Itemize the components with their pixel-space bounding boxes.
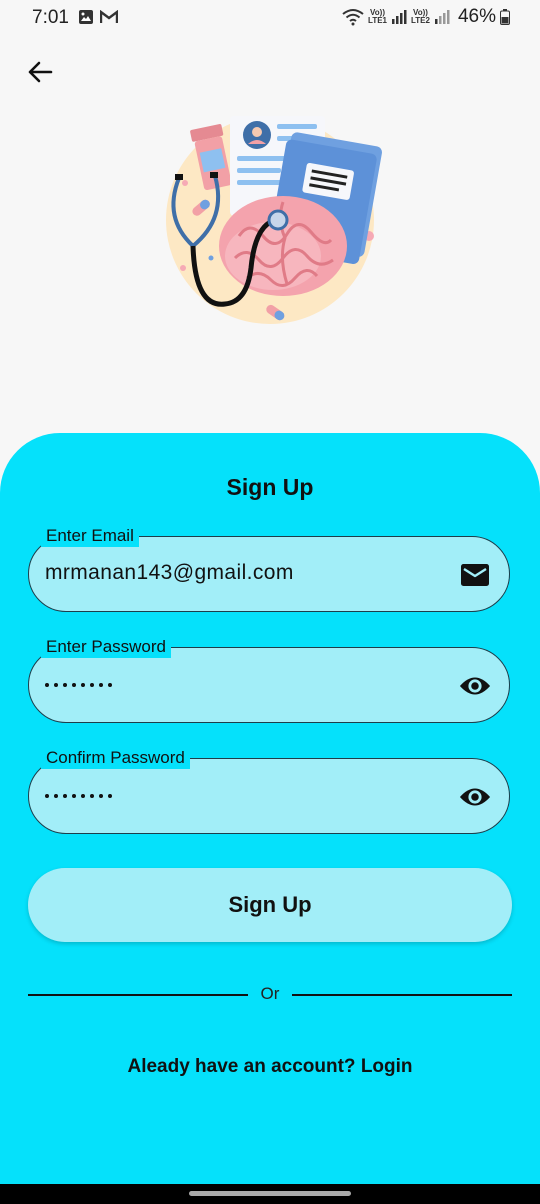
confirm-password-label: Confirm Password — [41, 747, 190, 769]
gmail-icon — [100, 10, 118, 23]
wifi-icon — [342, 9, 364, 26]
battery-percentage: 46% — [457, 6, 496, 27]
battery-icon — [500, 9, 510, 25]
arrow-left-icon — [28, 61, 53, 83]
eye-icon[interactable] — [459, 783, 491, 811]
email-label: Enter Email — [41, 525, 139, 547]
mail-icon — [459, 561, 491, 589]
gallery-icon — [79, 10, 93, 24]
sim1-network: Vo)) LTE1 — [368, 8, 387, 25]
email-value[interactable]: mrmanan143@gmail.com — [45, 561, 294, 585]
email-field[interactable]: Enter Email mrmanan143@gmail.com — [28, 525, 510, 612]
signal-sim2-icon — [434, 10, 450, 24]
system-navigation-bar — [0, 1184, 540, 1204]
divider-right — [292, 994, 512, 996]
password-masked-value[interactable] — [45, 683, 112, 687]
confirm-password-field[interactable]: Confirm Password — [28, 747, 510, 834]
home-gesture-handle[interactable] — [189, 1191, 351, 1196]
password-field[interactable]: Enter Password — [28, 636, 510, 723]
medical-illustration — [166, 116, 382, 324]
status-system-icons: Vo)) LTE1 Vo)) LTE2 46% — [342, 6, 510, 28]
signup-button[interactable]: Sign Up — [28, 868, 512, 942]
eye-icon[interactable] — [459, 672, 491, 700]
status-bar: 7:01 Vo)) LTE1 Vo)) LTE2 46% — [0, 0, 540, 36]
signal-sim1-icon — [392, 10, 407, 24]
confirm-password-masked-value[interactable] — [45, 794, 112, 798]
password-label: Enter Password — [41, 636, 171, 658]
back-button[interactable] — [22, 54, 58, 90]
page-title: Sign Up — [226, 474, 314, 500]
status-notification-icons — [78, 9, 118, 25]
login-link[interactable]: Aleady have an account? Login — [0, 1056, 540, 1078]
status-time: 7:01 — [32, 7, 69, 28]
sim2-network: Vo)) LTE2 — [411, 8, 430, 25]
